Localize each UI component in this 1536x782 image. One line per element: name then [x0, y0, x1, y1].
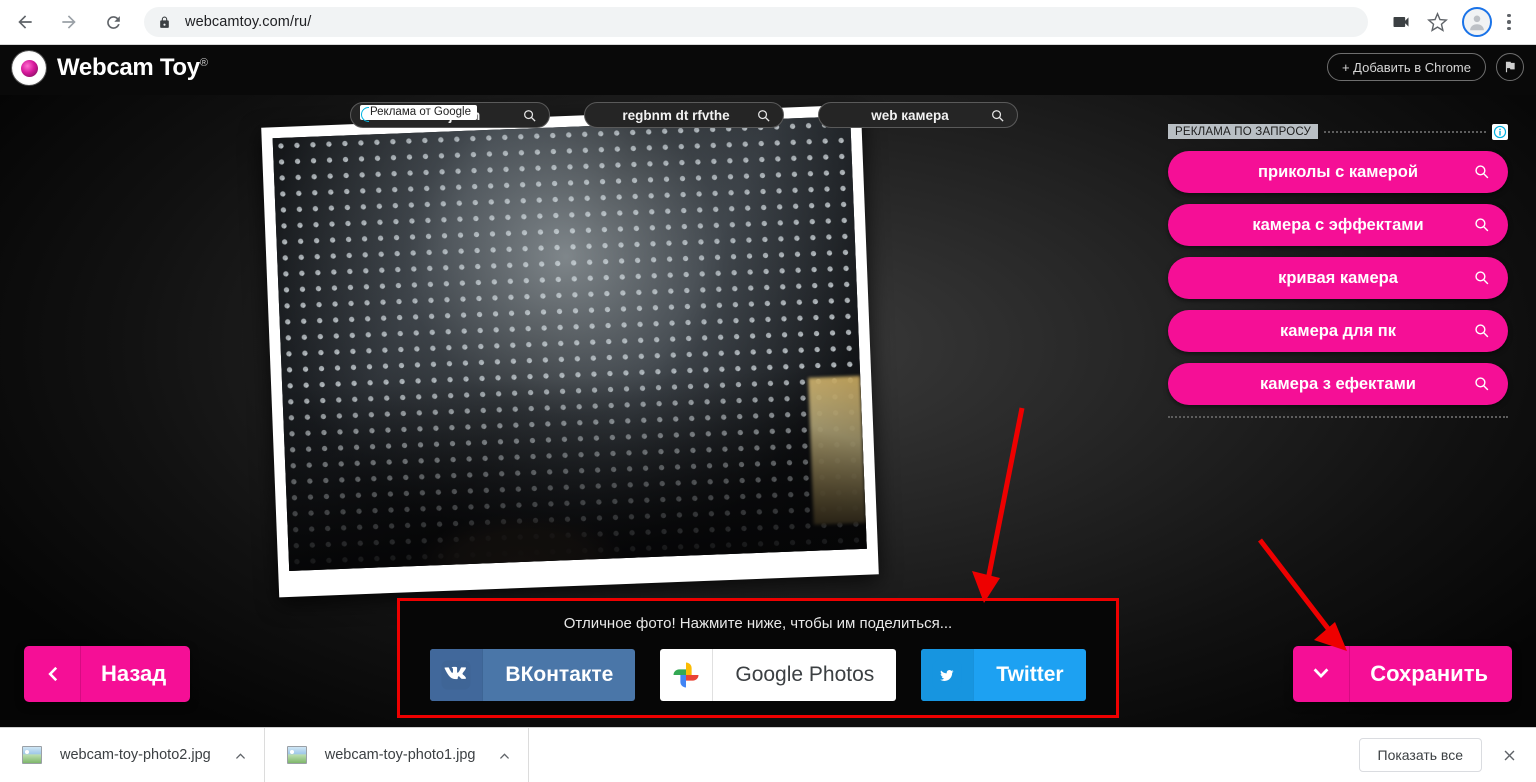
chevron-up-icon[interactable] [233, 748, 248, 763]
download-item-1[interactable]: webcam-toy-photo2.jpg [0, 727, 265, 782]
ad-button-5[interactable]: камера з ефектами [1168, 363, 1508, 405]
share-twitter-button[interactable]: Twitter [921, 649, 1086, 701]
site-logo[interactable]: Webcam Toy® [12, 51, 208, 85]
ad-button-label-4: камера для пк [1279, 321, 1397, 340]
webcam-lens-icon [12, 51, 46, 85]
search-icon [756, 108, 771, 128]
chevron-up-icon[interactable] [497, 748, 512, 763]
search-icon [1473, 322, 1490, 344]
download-item-name-1: webcam-toy-photo2.jpg [60, 747, 211, 763]
webpage-viewport: Webcam Toy® dt rfv vjltkm regbnm dt rfvt… [0, 45, 1536, 727]
search-icon [1473, 269, 1490, 291]
search-icon [1473, 163, 1490, 185]
ad-search-query-2: regbnm dt rfvthe [622, 107, 730, 123]
ad-search-query-3: web камера [871, 107, 949, 123]
share-vk-label: ВКонтакте [482, 649, 635, 701]
url-text: webcamtoy.com/ru/ [185, 14, 312, 30]
search-icon [1473, 216, 1490, 238]
share-google-photos-label: Google Photos [712, 649, 896, 701]
share-message: Отличное фото! Нажмите ниже, чтобы им по… [563, 615, 953, 632]
share-google-photos-button[interactable]: Google Photos [660, 649, 897, 701]
reload-icon[interactable] [94, 3, 132, 41]
search-icon [990, 108, 1005, 128]
google-photos-icon [660, 649, 712, 701]
site-header: Webcam Toy® dt rfv vjltkm regbnm dt rfvt… [0, 45, 1536, 128]
search-icon [522, 108, 537, 128]
chevron-down-icon [1293, 646, 1349, 702]
logo-label: Webcam Toy [57, 54, 200, 81]
show-all-downloads-button[interactable]: Показать все [1358, 738, 1482, 772]
save-button[interactable]: Сохранить [1293, 646, 1512, 702]
back-button-label: Назад [80, 646, 190, 702]
ad-button-4[interactable]: камера для пк [1168, 310, 1508, 352]
site-logo-text: Webcam Toy® [57, 54, 208, 82]
registered-mark: ® [199, 57, 208, 69]
close-icon[interactable] [1496, 742, 1522, 768]
ad-search-pill-2[interactable]: regbnm dt rfvthe [584, 102, 784, 128]
share-buttons: ВКонтакте Google Photos Twitter [400, 649, 1116, 701]
video-camera-icon[interactable] [1384, 5, 1418, 39]
ad-button-label-1: приколы с камерой [1258, 162, 1418, 181]
search-icon [1473, 375, 1490, 397]
vk-icon [430, 649, 483, 701]
kebab-menu-icon[interactable] [1498, 9, 1520, 35]
share-twitter-label: Twitter [973, 649, 1085, 701]
profile-avatar-icon[interactable] [1462, 7, 1492, 37]
lock-icon [158, 15, 171, 30]
captured-photo[interactable] [261, 104, 879, 598]
ad-button-1[interactable]: приколы с камерой [1168, 151, 1508, 193]
address-bar[interactable]: webcamtoy.com/ru/ [144, 7, 1368, 37]
ads-by-google-badge: Реклама от Google [360, 105, 478, 122]
star-icon[interactable] [1420, 5, 1454, 39]
image-file-icon [22, 746, 42, 764]
back-button[interactable]: Назад [24, 646, 191, 702]
ad-button-label-5: камера з ефектами [1260, 374, 1416, 393]
share-vk-button[interactable]: ВКонтакте [430, 649, 636, 701]
save-button-label: Сохранить [1349, 646, 1512, 702]
chevron-left-icon [24, 646, 80, 702]
ad-panel-header: РЕКЛАМА ПО ЗАПРОСУ [1168, 123, 1508, 140]
dotted-rule-bottom [1168, 416, 1508, 418]
ad-button-label-3: кривая камера [1278, 268, 1398, 287]
back-arrow-icon[interactable] [6, 3, 44, 41]
ad-button-3[interactable]: кривая камера [1168, 257, 1508, 299]
ad-button-label-2: камера с эффектами [1252, 215, 1424, 234]
forward-arrow-icon[interactable] [50, 3, 88, 41]
add-to-chrome-button[interactable]: + Добавить в Chrome [1326, 53, 1486, 81]
site-header-actions: + Добавить в Chrome [1326, 53, 1524, 81]
browser-toolbar: webcamtoy.com/ru/ [0, 0, 1536, 45]
flag-icon[interactable] [1496, 53, 1524, 81]
ad-button-2[interactable]: камера с эффектами [1168, 204, 1508, 246]
ad-panel: РЕКЛАМА ПО ЗАПРОСУ приколы с камерой кам… [1168, 123, 1508, 418]
dotted-rule [1324, 130, 1486, 133]
photo-image [272, 116, 867, 571]
info-circle-icon[interactable] [1492, 123, 1508, 140]
ad-search-pill-3[interactable]: web камера [818, 102, 1018, 128]
download-shelf: webcam-toy-photo2.jpg webcam-toy-photo1.… [0, 727, 1536, 782]
download-item-2[interactable]: webcam-toy-photo1.jpg [265, 727, 530, 782]
twitter-bird-icon [921, 649, 974, 701]
download-item-name-2: webcam-toy-photo1.jpg [324, 747, 476, 763]
share-panel: Отличное фото! Нажмите ниже, чтобы им по… [397, 598, 1119, 718]
ad-panel-title: РЕКЛАМА ПО ЗАПРОСУ [1168, 124, 1319, 139]
image-file-icon [286, 746, 307, 764]
download-shelf-actions: Показать все [1358, 738, 1536, 772]
toolbar-actions [1382, 5, 1526, 39]
screen-root: webcamtoy.com/ru/ Webcam Toy® regbnm dt … [0, 0, 1536, 782]
photo-highlight [808, 375, 866, 525]
